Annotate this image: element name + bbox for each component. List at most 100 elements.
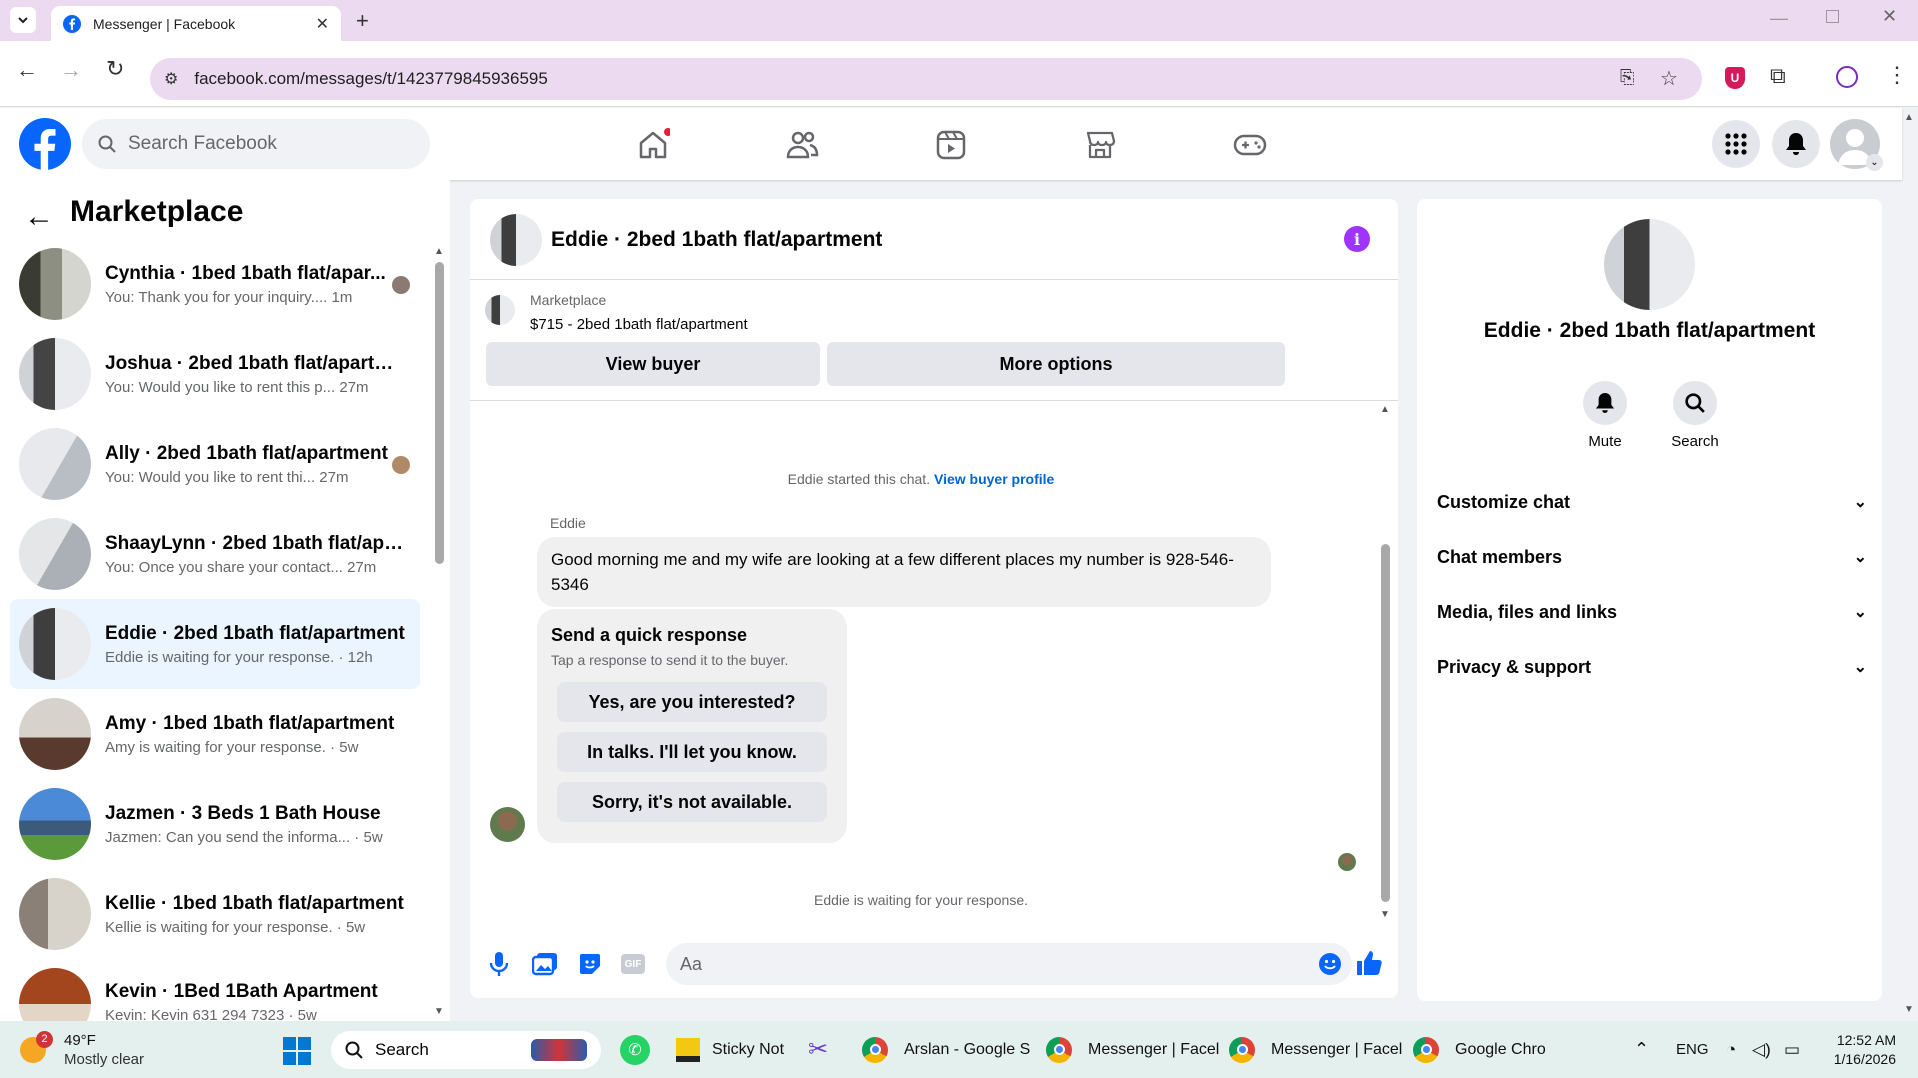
friends-icon[interactable] bbox=[785, 129, 819, 161]
conversation-item[interactable]: Amy · 1bed 1bath flat/apartment Amy is wa… bbox=[10, 689, 420, 779]
snipping-tool-icon[interactable]: ✂ bbox=[808, 1021, 828, 1078]
view-buyer-profile-link[interactable]: View buyer profile bbox=[934, 471, 1054, 487]
emoji-icon[interactable] bbox=[1318, 952, 1342, 976]
page-scroll-down-arrow[interactable]: ▼ bbox=[1904, 1004, 1914, 1015]
back-arrow-icon[interactable]: ← bbox=[24, 200, 54, 234]
conversation-name: Amy · 1bed 1bath flat/apartment bbox=[105, 712, 395, 734]
conversation-preview: Kellie is waiting for your response. bbox=[105, 918, 333, 936]
mute-button[interactable]: Mute bbox=[1580, 381, 1630, 450]
reload-icon[interactable]: ↻ bbox=[106, 56, 124, 82]
site-info-icon[interactable]: ⚙ bbox=[164, 69, 178, 89]
conversation-item[interactable]: Kellie · 1bed 1bath flat/apartment Kellie… bbox=[10, 869, 420, 959]
facebook-header: Search Facebook ⌄ bbox=[0, 108, 1902, 180]
quick-response-yes[interactable]: Yes, are you interested? bbox=[557, 682, 827, 722]
taskbar-app-messenger-2[interactable]: Messenger | Facel bbox=[1229, 1021, 1402, 1078]
scrollbar-thumb[interactable] bbox=[435, 262, 444, 564]
profile-icon[interactable] bbox=[1836, 66, 1858, 88]
gif-icon[interactable]: GIF bbox=[621, 954, 645, 974]
conversation-item[interactable]: Cynthia · 1bed 1bath flat/apar... You: Th… bbox=[10, 239, 420, 329]
minimize-icon[interactable]: — bbox=[1770, 8, 1788, 29]
extension-shield-icon[interactable]: U bbox=[1725, 67, 1745, 89]
chat-scrollbar-thumb[interactable] bbox=[1381, 544, 1390, 902]
message-input[interactable]: Aa bbox=[666, 943, 1352, 985]
new-tab-icon[interactable]: + bbox=[356, 8, 369, 34]
conversation-item[interactable]: Ally · 2bed 1bath flat/apartment You: Wou… bbox=[10, 419, 420, 509]
taskbar-app-sticky-notes[interactable]: Sticky Not bbox=[676, 1021, 784, 1078]
battery-icon[interactable]: ▭ bbox=[1784, 1021, 1800, 1078]
facebook-search-input[interactable]: Search Facebook bbox=[82, 119, 430, 169]
quick-response-in-talks[interactable]: In talks. I'll let you know. bbox=[557, 732, 827, 772]
chat-title[interactable]: Eddie · 2bed 1bath flat/apartment bbox=[551, 228, 882, 252]
customize-chat-row[interactable]: Customize chat ⌄ bbox=[1437, 479, 1867, 525]
tab-list-icon[interactable] bbox=[10, 7, 36, 33]
conversation-item-selected[interactable]: Eddie · 2bed 1bath flat/apartment Eddie i… bbox=[10, 599, 420, 689]
conversation-time: 5w bbox=[297, 1007, 317, 1021]
listing-divider bbox=[470, 400, 1398, 401]
conversation-name: Cynthia · 1bed 1bath flat/apar... bbox=[105, 262, 386, 284]
search-in-chat-button[interactable]: Search bbox=[1665, 381, 1725, 450]
video-icon[interactable] bbox=[935, 129, 967, 161]
message-bubble[interactable]: Good morning me and my wife are looking … bbox=[537, 537, 1271, 607]
scroll-up-arrow[interactable]: ▲ bbox=[434, 246, 444, 257]
forward-icon[interactable]: → bbox=[60, 57, 82, 83]
view-buyer-button[interactable]: View buyer bbox=[486, 342, 820, 386]
microphone-icon[interactable] bbox=[488, 951, 510, 977]
conversation-item[interactable]: Jazmen · 3 Beds 1 Bath House Jazmen: Can … bbox=[10, 779, 420, 869]
extensions-puzzle-icon[interactable]: ⧉ bbox=[1770, 63, 1786, 89]
conversation-name: Kellie · 1bed 1bath flat/apartment bbox=[105, 892, 404, 914]
conversation-avatar bbox=[19, 878, 91, 950]
tray-overflow-icon[interactable]: ⌃ bbox=[1634, 1021, 1649, 1078]
taskbar-app-chrome-arslan[interactable]: Arslan - Google S bbox=[862, 1021, 1030, 1078]
sticky-notes-icon bbox=[676, 1037, 700, 1062]
browser-menu-icon[interactable]: ⋮ bbox=[1886, 62, 1908, 88]
chat-scroll-down-arrow[interactable]: ▼ bbox=[1380, 909, 1390, 920]
conversation-item[interactable]: ShaayLynn · 2bed 1bath flat/apa... You: O… bbox=[10, 509, 420, 599]
chat-avatar[interactable] bbox=[490, 214, 542, 266]
privacy-support-row[interactable]: Privacy & support ⌄ bbox=[1437, 644, 1867, 690]
page-scroll-up-arrow[interactable]: ▲ bbox=[1904, 112, 1914, 123]
taskbar-app-chrome[interactable]: Google Chro bbox=[1413, 1021, 1546, 1078]
weather-sun-icon: 2 bbox=[18, 1030, 53, 1065]
sticker-icon[interactable] bbox=[578, 952, 602, 976]
address-bar[interactable]: ⚙ facebook.com/messages/t/14237798459365… bbox=[150, 58, 1702, 100]
conversation-item[interactable]: Kevin · 1Bed 1Bath Apartment Kevin: Kevin… bbox=[10, 959, 420, 1021]
chat-scroll-up-arrow[interactable]: ▲ bbox=[1380, 404, 1390, 415]
conversation-time: 12h bbox=[347, 648, 373, 666]
notifications-button[interactable] bbox=[1772, 120, 1820, 168]
gaming-icon[interactable] bbox=[1232, 130, 1268, 160]
whatsapp-icon[interactable]: ✆ bbox=[620, 1035, 650, 1065]
media-files-links-row[interactable]: Media, files and links ⌄ bbox=[1437, 589, 1867, 635]
sender-avatar[interactable] bbox=[490, 807, 525, 842]
window-close-icon[interactable]: ✕ bbox=[1882, 6, 1897, 27]
conversation-name: Eddie · 2bed 1bath flat/apartment bbox=[105, 622, 405, 644]
wifi-icon[interactable]: ◔ bbox=[1726, 1021, 1736, 1078]
home-icon[interactable] bbox=[636, 128, 670, 162]
account-chevron-icon[interactable]: ⌄ bbox=[1866, 154, 1883, 171]
quick-response-not-available[interactable]: Sorry, it's not available. bbox=[557, 782, 827, 822]
thumbs-up-icon[interactable] bbox=[1355, 949, 1383, 977]
volume-icon[interactable]: ◁) bbox=[1752, 1021, 1771, 1078]
info-icon[interactable]: i bbox=[1344, 226, 1370, 252]
menu-grid-button[interactable] bbox=[1712, 120, 1760, 168]
scroll-down-arrow[interactable]: ▼ bbox=[434, 1006, 444, 1017]
more-options-button[interactable]: More options bbox=[827, 342, 1285, 386]
conversation-item[interactable]: Joshua · 2bed 1bath flat/apartm... You: W… bbox=[10, 329, 420, 419]
back-icon[interactable]: ← bbox=[16, 57, 38, 83]
windows-start-icon[interactable] bbox=[283, 1037, 311, 1065]
taskbar-search[interactable]: Search bbox=[331, 1031, 601, 1069]
weather-widget[interactable]: 2 49°F Mostly clear bbox=[18, 1021, 144, 1078]
tab-close-icon[interactable]: ✕ bbox=[316, 14, 329, 34]
clock[interactable]: 12:52 AM 1/16/2026 bbox=[1822, 1021, 1896, 1078]
conversation-name: Kevin · 1Bed 1Bath Apartment bbox=[105, 981, 378, 1002]
install-app-icon[interactable]: ⎘ bbox=[1620, 67, 1634, 88]
url-text[interactable]: facebook.com/messages/t/1423779845936595 bbox=[194, 69, 547, 89]
restore-icon[interactable] bbox=[1826, 10, 1839, 23]
bookmark-star-icon[interactable]: ☆ bbox=[1660, 66, 1678, 91]
photo-icon[interactable] bbox=[532, 952, 558, 976]
marketplace-icon[interactable] bbox=[1084, 129, 1116, 161]
facebook-logo-icon[interactable] bbox=[19, 118, 71, 170]
language-indicator[interactable]: ENG bbox=[1676, 1021, 1709, 1078]
chat-members-row[interactable]: Chat members ⌄ bbox=[1437, 534, 1867, 580]
taskbar-app-messenger-1[interactable]: Messenger | Facel bbox=[1046, 1021, 1219, 1078]
browser-tab[interactable]: Messenger | Facebook ✕ bbox=[51, 6, 341, 41]
